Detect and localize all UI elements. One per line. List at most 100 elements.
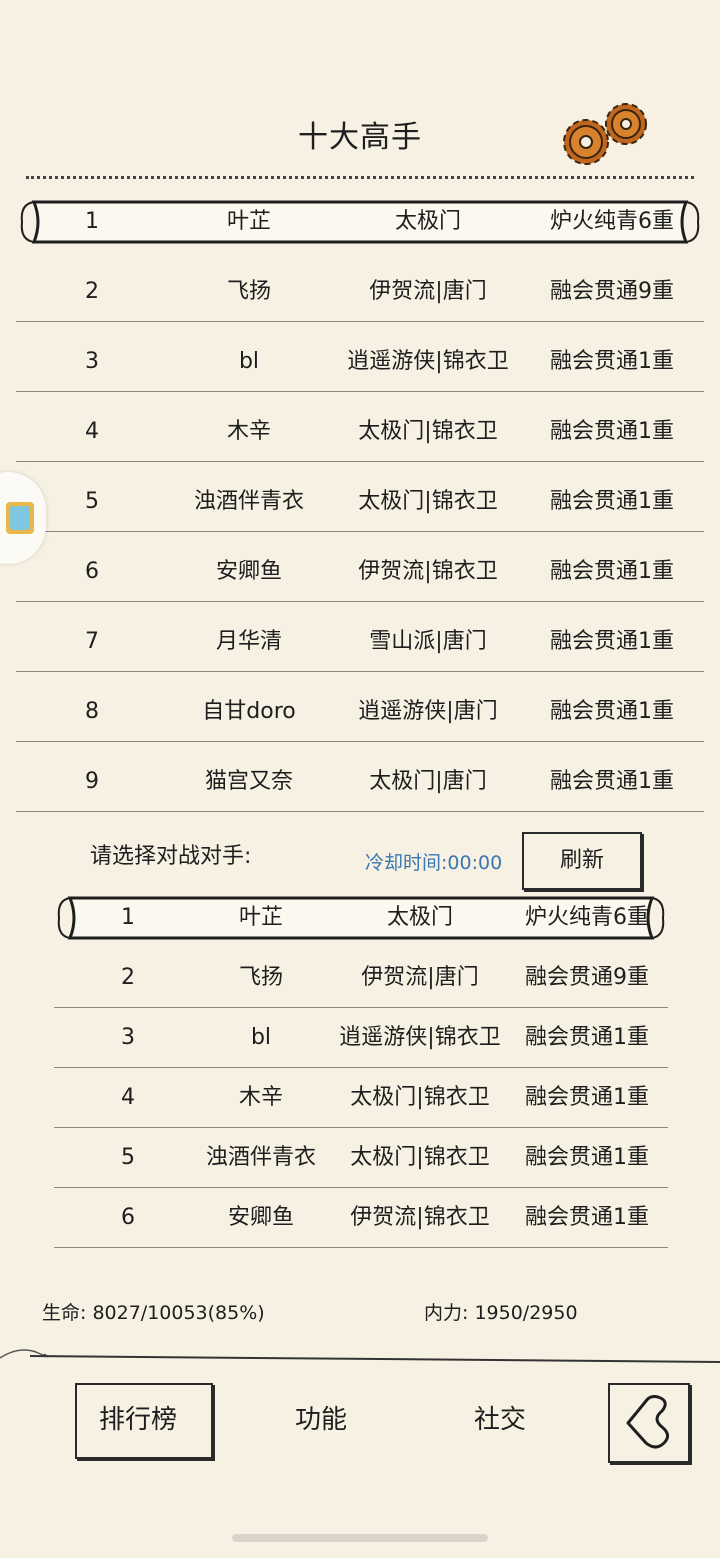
row-divider: [16, 321, 704, 322]
rank: 1: [121, 905, 135, 930]
player-name: 叶芷: [226, 209, 272, 234]
row-divider: [54, 1247, 668, 1248]
player-name: 飞扬: [238, 965, 284, 990]
cooldown-timer: 冷却时间:00:00: [365, 852, 503, 874]
player-name: 安卿鱼: [215, 559, 283, 584]
skill-level: 融会贯通1重: [550, 699, 674, 724]
row-divider: [16, 741, 704, 742]
sect: 太极门|锦衣卫: [350, 1085, 490, 1110]
player-name: bl: [250, 1025, 272, 1050]
player-name: 安卿鱼: [227, 1205, 295, 1230]
rank: 7: [85, 629, 99, 654]
skill-level: 炉火纯青6重: [525, 905, 649, 930]
opponent-row[interactable]: 1 叶芷 太极门 炉火纯青6重: [54, 888, 668, 948]
skill-level: 炉火纯青6重: [550, 209, 674, 234]
top10-row[interactable]: 4 木辛 太极门|锦衣卫 融会贯通1重: [16, 402, 704, 462]
row-divider: [16, 391, 704, 392]
title-divider: [26, 176, 694, 179]
skill-level: 融会贯通1重: [525, 1205, 649, 1230]
opponent-row[interactable]: 4 木辛 太极门|锦衣卫 融会贯通1重: [54, 1068, 668, 1128]
top10-row[interactable]: 9 猫宫又奈 太极门|唐门 融会贯通1重: [16, 752, 704, 812]
home-indicator[interactable]: [232, 1534, 488, 1542]
rank: 6: [121, 1205, 135, 1230]
mp-stat: 内力: 1950/2950: [424, 1302, 578, 1324]
skill-level: 融会贯通1重: [550, 489, 674, 514]
player-name: 木辛: [238, 1085, 284, 1110]
player-name: 浊酒伴青衣: [193, 489, 305, 514]
rank: 5: [85, 489, 99, 514]
skill-level: 融会贯通1重: [550, 349, 674, 374]
skill-level: 融会贯通9重: [525, 965, 649, 990]
back-button[interactable]: [608, 1383, 690, 1463]
sect: 太极门|锦衣卫: [350, 1145, 490, 1170]
decorative-divider: [0, 1349, 720, 1363]
sect: 太极门: [386, 905, 454, 930]
opponent-row[interactable]: 2 飞扬 伊贺流|唐门 融会贯通9重: [54, 948, 668, 1008]
top10-row[interactable]: 1 叶芷 太极门 炉火纯青6重: [16, 192, 704, 252]
rank: 6: [85, 559, 99, 584]
player-name: 自甘doro: [202, 699, 296, 724]
sect: 太极门: [394, 209, 462, 234]
sect: 伊贺流|锦衣卫: [350, 1205, 490, 1230]
row-divider: [16, 811, 704, 812]
player-name: bl: [238, 349, 260, 374]
skill-level: 融会贯通9重: [550, 279, 674, 304]
skill-level: 融会贯通1重: [550, 629, 674, 654]
gears-icon: [563, 103, 647, 165]
opponent-select-label: 请选择对战对手:: [90, 844, 252, 869]
rank: 4: [85, 419, 99, 444]
hp-stat: 生命: 8027/10053(85%): [42, 1302, 265, 1324]
player-name: 月华清: [215, 629, 283, 654]
nav-social[interactable]: 社交: [474, 1396, 526, 1444]
player-name: 木辛: [226, 419, 272, 444]
top10-row[interactable]: 7 月华清 雪山派|唐门 融会贯通1重: [16, 612, 704, 672]
sect: 伊贺流|锦衣卫: [358, 559, 498, 584]
sect: 伊贺流|唐门: [369, 279, 487, 304]
sect: 太极门|唐门: [369, 769, 487, 794]
top10-row[interactable]: 2 飞扬 伊贺流|唐门 融会贯通9重: [16, 262, 704, 322]
sect: 逍遥游侠|锦衣卫: [347, 349, 509, 374]
player-name: 飞扬: [226, 279, 272, 304]
top10-row[interactable]: 3 bl 逍遥游侠|锦衣卫 融会贯通1重: [16, 332, 704, 392]
sect: 雪山派|唐门: [369, 629, 487, 654]
row-divider: [16, 601, 704, 602]
nav-functions[interactable]: 功能: [295, 1396, 347, 1444]
top10-row[interactable]: 6 安卿鱼 伊贺流|锦衣卫 融会贯通1重: [16, 542, 704, 602]
player-name: 猫宫又奈: [204, 769, 294, 794]
player-name: 浊酒伴青衣: [205, 1145, 317, 1170]
nav-ranking[interactable]: 排行榜: [99, 1396, 177, 1444]
sect: 逍遥游侠|锦衣卫: [339, 1025, 501, 1050]
row-divider: [16, 531, 704, 532]
skill-level: 融会贯通1重: [525, 1145, 649, 1170]
skill-level: 融会贯通1重: [550, 419, 674, 444]
rank: 8: [85, 699, 99, 724]
sect: 太极门|锦衣卫: [358, 489, 498, 514]
floating-app-icon[interactable]: [0, 472, 46, 564]
sect: 逍遥游侠|唐门: [358, 699, 498, 724]
top10-row[interactable]: 8 自甘doro 逍遥游侠|唐门 融会贯通1重: [16, 682, 704, 742]
opponent-row[interactable]: 5 浊酒伴青衣 太极门|锦衣卫 融会贯通1重: [54, 1128, 668, 1188]
sect: 太极门|锦衣卫: [358, 419, 498, 444]
rank: 2: [85, 279, 99, 304]
skill-level: 融会贯通1重: [550, 769, 674, 794]
opponent-row[interactable]: 3 bl 逍遥游侠|锦衣卫 融会贯通1重: [54, 1008, 668, 1068]
player-name: 叶芷: [238, 905, 284, 930]
rank: 3: [85, 349, 99, 374]
rank: 3: [121, 1025, 135, 1050]
row-divider: [16, 461, 704, 462]
rank: 5: [121, 1145, 135, 1170]
skill-level: 融会贯通1重: [525, 1085, 649, 1110]
refresh-button[interactable]: 刷新: [522, 832, 642, 890]
rank: 1: [85, 209, 99, 234]
sect: 伊贺流|唐门: [361, 965, 479, 990]
skill-level: 融会贯通1重: [550, 559, 674, 584]
rank: 2: [121, 965, 135, 990]
top10-row[interactable]: 5 浊酒伴青衣 太极门|锦衣卫 融会贯通1重: [16, 472, 704, 532]
rank: 4: [121, 1085, 135, 1110]
skill-level: 融会贯通1重: [525, 1025, 649, 1050]
app-logo-icon: [6, 502, 34, 534]
opponent-row[interactable]: 6 安卿鱼 伊贺流|锦衣卫 融会贯通1重: [54, 1188, 668, 1248]
row-divider: [16, 671, 704, 672]
rank: 9: [85, 769, 99, 794]
back-arrow-icon: [626, 1395, 669, 1449]
